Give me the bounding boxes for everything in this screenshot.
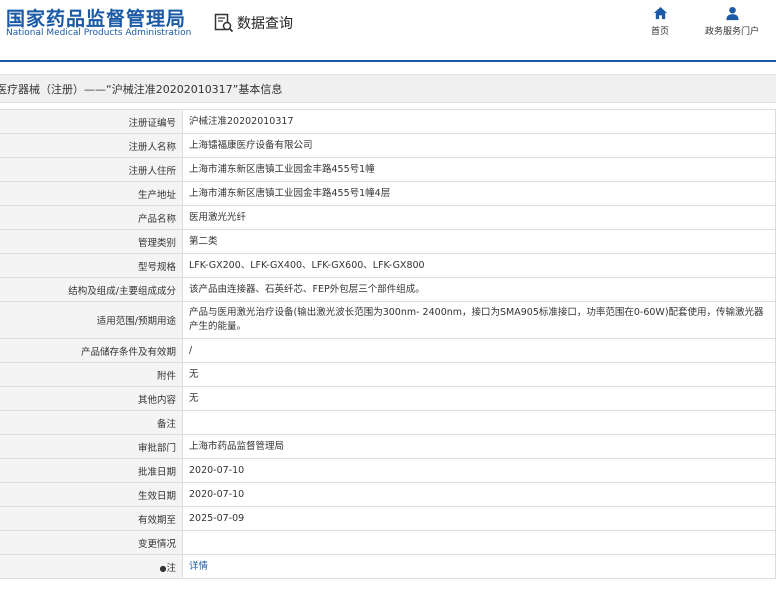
- header-divider: [0, 60, 776, 62]
- field-value: 无: [182, 362, 776, 387]
- field-label: 型号规格: [0, 253, 183, 278]
- field-label: 审批部门: [0, 434, 183, 459]
- field-label: 注册人住所: [0, 157, 183, 182]
- data-query-link[interactable]: 数据查询: [214, 11, 293, 35]
- field-value: 上海市药品监督管理局: [182, 434, 776, 459]
- table-row: 变更情况: [0, 530, 776, 555]
- field-label: 注册人名称: [0, 133, 183, 158]
- field-value: 产品与医用激光治疗设备(输出激光波长范围为300nm- 2400nm，接口为SM…: [182, 301, 776, 339]
- field-label: ●注: [0, 554, 183, 579]
- table-row: 其他内容无: [0, 386, 776, 411]
- page-title: 医疗器械（注册）——“沪械注准20202010317”基本信息: [0, 83, 283, 96]
- field-value: 详情: [182, 554, 776, 579]
- field-value: 第二类: [182, 229, 776, 254]
- table-row: 管理类别 第二类: [0, 229, 776, 254]
- field-label: 适用范围/预期用途: [0, 301, 183, 339]
- details-link[interactable]: 详情: [189, 561, 208, 572]
- table-row: 注册证编号 沪械注准20202010317: [0, 109, 776, 134]
- nav-home-label: 首页: [650, 27, 669, 37]
- field-value: /: [182, 338, 776, 363]
- user-icon: [725, 6, 739, 21]
- field-value: [182, 530, 776, 555]
- field-label: 结构及组成/主要组成成分: [0, 277, 183, 302]
- table-row: 审批部门 上海市药品监督管理局: [0, 434, 776, 459]
- field-label: 附件: [0, 362, 183, 387]
- field-label: 其他内容: [0, 386, 183, 411]
- table-row: 生产地址 上海市浦东新区唐镇工业园金丰路455号1幢4层: [0, 181, 776, 206]
- field-label: 管理类别: [0, 229, 183, 254]
- field-value: 沪械注准20202010317: [182, 109, 776, 134]
- field-label: 有效期至: [0, 506, 183, 531]
- table-row: 注册人住所 上海市浦东新区唐镇工业园金丰路455号1幢: [0, 157, 776, 182]
- field-label: 注册证编号: [0, 109, 183, 134]
- table-row: 型号规格 LFK-GX200、LFK-GX400、LFK-GX600、LFK-GX…: [0, 253, 776, 278]
- site-logo-title[interactable]: 国家药品监督管理局: [6, 4, 186, 31]
- table-row: 结构及组成/主要组成成分 该产品由连接器、石英纤芯、FEP外包层三个部件组成。: [0, 277, 776, 302]
- field-label: 产品储存条件及有效期: [0, 338, 183, 363]
- field-value: 上海市浦东新区唐镇工业园金丰路455号1幢: [182, 157, 776, 182]
- nav-service-portal[interactable]: 政务服务门户: [700, 6, 764, 37]
- table-row: 生效日期 2020-07-10: [0, 482, 776, 507]
- field-value: 无: [182, 386, 776, 411]
- table-row: 注册人名称 上海镭福康医疗设备有限公司: [0, 133, 776, 158]
- site-header: 国家药品监督管理局 National Medical Products Admi…: [0, 0, 776, 62]
- field-value: 医用激光光纤: [182, 205, 776, 230]
- field-value: 2020-07-10: [182, 482, 776, 507]
- site-logo-subtitle: National Medical Products Administration: [6, 28, 192, 38]
- field-value: 上海镭福康医疗设备有限公司: [182, 133, 776, 158]
- field-value: 上海市浦东新区唐镇工业园金丰路455号1幢4层: [182, 181, 776, 206]
- memo-label: 注: [166, 562, 176, 574]
- page-title-bar: 医疗器械（注册）——“沪械注准20202010317”基本信息: [0, 74, 776, 103]
- table-row: 批准日期 2020-07-10: [0, 458, 776, 483]
- field-label: 产品名称: [0, 205, 183, 230]
- table-row: 产品储存条件及有效期 /: [0, 338, 776, 363]
- data-query-label: 数据查询: [237, 16, 293, 32]
- field-label: 备注: [0, 410, 183, 435]
- table-row: 备注: [0, 410, 776, 435]
- table-row: ●注 详情: [0, 554, 776, 579]
- table-row: 适用范围/预期用途 产品与医用激光治疗设备(输出激光波长范围为300nm- 240…: [0, 301, 776, 339]
- field-label: 批准日期: [0, 458, 183, 483]
- table-row: 有效期至 2025-07-09: [0, 506, 776, 531]
- field-value: 2025-07-09: [182, 506, 776, 531]
- home-icon: [653, 6, 667, 20]
- table-row: 产品名称 医用激光光纤: [0, 205, 776, 230]
- table-row: 附件无: [0, 362, 776, 387]
- field-value: LFK-GX200、LFK-GX400、LFK-GX600、LFK-GX800: [182, 253, 776, 278]
- registration-info-table: 注册证编号 沪械注准20202010317 注册人名称 上海镭福康医疗设备有限公司 …: [0, 109, 776, 579]
- nav-service-portal-label: 政务服务门户: [704, 27, 759, 37]
- field-value: 该产品由连接器、石英纤芯、FEP外包层三个部件组成。: [182, 277, 776, 302]
- search-icon: [214, 13, 234, 33]
- field-label: 生效日期: [0, 482, 183, 507]
- nav-home[interactable]: 首页: [648, 6, 672, 37]
- field-value: 2020-07-10: [182, 458, 776, 483]
- field-value: [182, 410, 776, 435]
- field-label: 变更情况: [0, 530, 183, 555]
- field-label: 生产地址: [0, 181, 183, 206]
